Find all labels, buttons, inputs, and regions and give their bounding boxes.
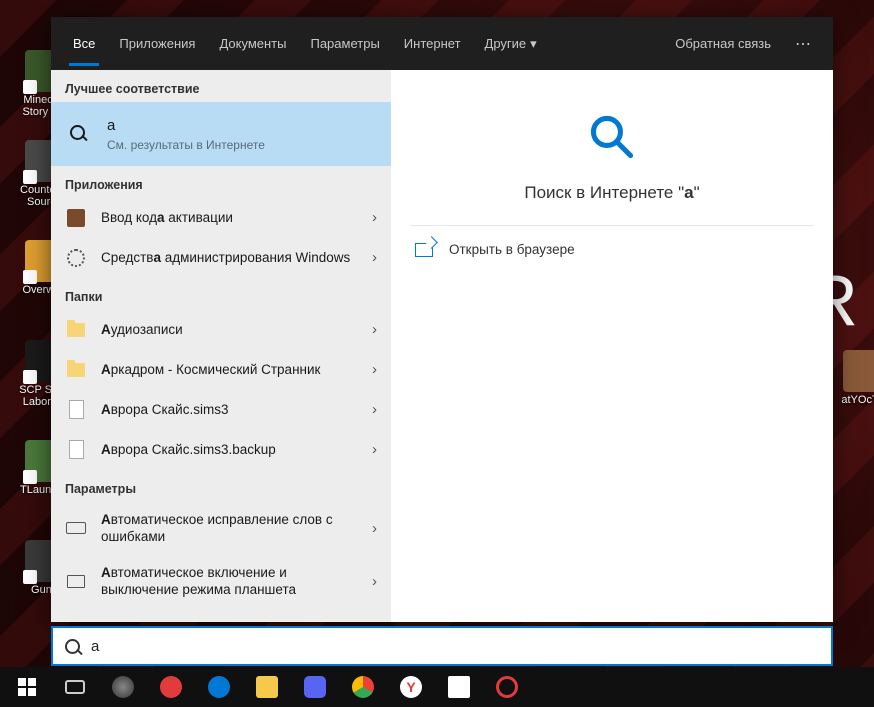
chevron-right-icon: › xyxy=(372,520,377,537)
setting-result[interactable]: Автоматическое исправление слов с ошибка… xyxy=(51,502,391,555)
desktop-icon[interactable]: atYOcT... xyxy=(828,350,874,406)
taskbar-app-yandex[interactable]: Y xyxy=(388,667,434,707)
windows-icon xyxy=(18,678,36,696)
chevron-right-icon: › xyxy=(372,209,377,226)
search-icon xyxy=(63,637,81,655)
folder-result[interactable]: Аудиозаписи › xyxy=(51,310,391,350)
open-external-icon xyxy=(415,243,433,257)
open-in-browser[interactable]: Открыть в браузере xyxy=(391,226,833,273)
taskbar-app-record[interactable] xyxy=(484,667,530,707)
tab-documents[interactable]: Документы xyxy=(207,17,298,70)
file-result[interactable]: Аврора Скайс.sims3 › xyxy=(51,390,391,430)
search-box[interactable] xyxy=(51,626,833,666)
tab-settings[interactable]: Параметры xyxy=(298,17,391,70)
taskbar-app[interactable] xyxy=(100,667,146,707)
taskbar-app-explorer[interactable] xyxy=(244,667,290,707)
tab-apps[interactable]: Приложения xyxy=(107,17,207,70)
app-icon xyxy=(112,676,134,698)
search-tabs: Все Приложения Документы Параметры Интер… xyxy=(51,17,833,70)
results-list: Лучшее соответствие a См. результаты в И… xyxy=(51,70,391,622)
record-icon xyxy=(496,676,518,698)
folder-result[interactable]: Аркадром - Космический Странник › xyxy=(51,350,391,390)
taskbar: Y xyxy=(0,667,874,707)
edge-icon xyxy=(208,676,230,698)
tab-more[interactable]: Другие▾ xyxy=(473,17,549,70)
setting-result[interactable]: Автоматическое включение и выключение ре… xyxy=(51,555,391,608)
task-view-icon xyxy=(65,680,85,694)
folder-icon xyxy=(65,359,87,381)
app-result[interactable]: Средства администрирования Windows › xyxy=(51,238,391,278)
app-result[interactable]: Ввод кода активации › xyxy=(51,198,391,238)
feedback-link[interactable]: Обратная связь xyxy=(667,36,779,51)
app-icon xyxy=(65,207,87,229)
best-match-result[interactable]: a См. результаты в Интернете xyxy=(51,102,391,166)
file-icon xyxy=(65,399,87,421)
folder-icon xyxy=(65,319,87,341)
search-large-icon xyxy=(585,110,639,169)
tablet-icon xyxy=(65,570,87,592)
folder-icon xyxy=(256,676,278,698)
chevron-right-icon: › xyxy=(372,249,377,266)
opera-icon xyxy=(160,676,182,698)
section-best-match: Лучшее соответствие xyxy=(51,70,391,102)
taskbar-app-store[interactable] xyxy=(436,667,482,707)
search-input[interactable] xyxy=(91,638,821,655)
chevron-right-icon: › xyxy=(372,441,377,458)
taskbar-app-discord[interactable] xyxy=(292,667,338,707)
section-apps: Приложения xyxy=(51,166,391,198)
start-button[interactable] xyxy=(4,667,50,707)
chevron-down-icon: ▾ xyxy=(530,36,537,51)
taskbar-app-edge[interactable] xyxy=(196,667,242,707)
options-menu-icon[interactable]: ⋯ xyxy=(785,34,823,54)
chrome-icon xyxy=(352,676,374,698)
yandex-icon: Y xyxy=(400,676,422,698)
chevron-right-icon: › xyxy=(372,401,377,418)
chevron-right-icon: › xyxy=(372,321,377,338)
section-settings: Параметры xyxy=(51,470,391,502)
file-result[interactable]: Аврора Скайс.sims3.backup › xyxy=(51,430,391,470)
taskbar-app-chrome[interactable] xyxy=(340,667,386,707)
store-icon xyxy=(448,676,470,698)
section-folders: Папки xyxy=(51,278,391,310)
discord-icon xyxy=(304,676,326,698)
search-icon xyxy=(65,120,93,148)
start-search-panel: Все Приложения Документы Параметры Интер… xyxy=(51,17,833,622)
file-icon xyxy=(65,439,87,461)
chevron-right-icon: › xyxy=(372,573,377,590)
tab-all[interactable]: Все xyxy=(61,17,107,70)
preview-title: Поиск в Интернете "a" xyxy=(524,183,699,203)
gear-icon xyxy=(65,247,87,269)
taskbar-app-opera[interactable] xyxy=(148,667,194,707)
task-view-button[interactable] xyxy=(52,667,98,707)
keyboard-icon xyxy=(65,517,87,539)
preview-pane: Поиск в Интернете "a" Открыть в браузере xyxy=(391,70,833,622)
chevron-right-icon: › xyxy=(372,361,377,378)
tab-web[interactable]: Интернет xyxy=(392,17,473,70)
